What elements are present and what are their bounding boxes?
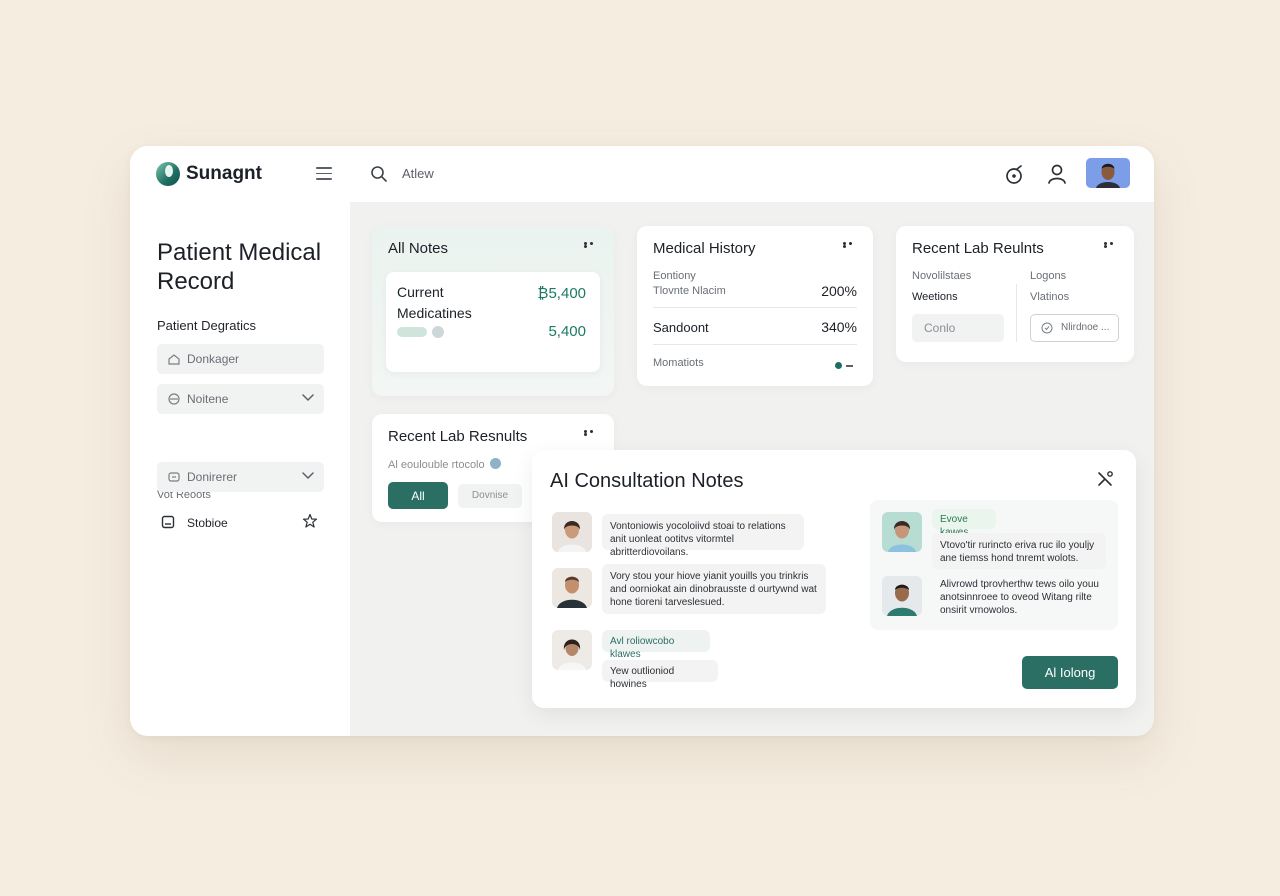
lab-subtitle: Al eoulouble rtocolo — [388, 458, 501, 471]
lab-subtitle-text: Al eoulouble rtocolo — [388, 459, 485, 471]
card-title: All Notes — [388, 240, 449, 257]
divider — [653, 344, 857, 345]
top-bar: Sunagnt Atlew — [130, 146, 1154, 202]
history-label: Eontiony — [653, 270, 696, 282]
chat-tag: Avl roliowcobo klawes — [602, 630, 710, 660]
avatar — [882, 512, 922, 552]
sidebar-field-donkager[interactable]: Donkager — [157, 344, 324, 374]
clock-icon — [1041, 322, 1053, 334]
all-notes-card: All Notes Current Medicatines ₿5,400 5,4… — [372, 226, 614, 396]
logo-icon — [156, 162, 180, 186]
avatar[interactable] — [1086, 158, 1130, 188]
medicines-value-secondary: 5,400 — [548, 323, 586, 340]
avatar — [552, 630, 592, 670]
divider — [1016, 284, 1017, 342]
user-icon[interactable] — [1046, 163, 1068, 185]
notification-icon[interactable] — [1004, 164, 1026, 186]
chat-bubble: Alivrowd tprovherthw tews oilo youu anot… — [940, 579, 1099, 616]
chat-bubble: Vory stou your hiove yianit youills you … — [602, 564, 826, 614]
section-label: Patient Degratics — [157, 318, 256, 333]
history-sublabel: Tlovnte Nlacim — [653, 285, 726, 297]
panel-title: AI Consultation Notes — [550, 470, 744, 492]
main-content: All Notes Current Medicatines ₿5,400 5,4… — [350, 202, 1154, 736]
recent-lab-results-card: Recent Lab Reulnts Novolilstaes Weetions… — [896, 226, 1134, 362]
sidebar-item-stobioe[interactable]: Stobioe — [157, 507, 324, 537]
sidebar-field-label: Noitene — [187, 392, 229, 406]
lab-column-header: Logons — [1030, 270, 1067, 282]
chat-bubble: Vtovo'tir rurincto eriva ruc ilo youljy … — [932, 533, 1106, 569]
document-icon — [161, 515, 175, 529]
sidebar-item-label: Stobioe — [187, 516, 228, 530]
lab-outline-button[interactable]: Nlirdnoe ... — [1030, 314, 1119, 342]
sidebar-field-label: Donkager — [187, 352, 240, 366]
history-label: Momatiots — [653, 357, 704, 369]
lab-column-value: Weetions — [912, 291, 958, 303]
chat-bubble: Yew outlioniod howines — [602, 660, 718, 690]
history-value: 200% — [821, 283, 857, 299]
more-options-icon[interactable] — [584, 242, 600, 248]
ai-suggestions-panel: Evove kawes Vtovo'tir rurincto eriva ruc… — [870, 500, 1118, 630]
star-icon[interactable] — [302, 513, 318, 529]
avatar — [882, 576, 922, 616]
sidebar-dropdown[interactable]: Donirerer — [157, 462, 324, 492]
status-dot — [835, 362, 842, 369]
menu-icon[interactable] — [316, 167, 332, 181]
lab-column-header: Novolilstaes — [912, 270, 972, 282]
arrow-icon[interactable] — [846, 365, 853, 367]
search-icon[interactable] — [370, 165, 388, 183]
sidebar: Patient Medical Record Patient Degratics… — [130, 202, 350, 736]
more-options-icon[interactable] — [843, 242, 859, 248]
lab-outline-button-label: Nlirdnoe ... — [1061, 322, 1110, 333]
lab-column-value: Vlatinos — [1030, 291, 1070, 303]
ai-consultation-notes-panel: AI Consultation Notes Vontoniowis yocolo… — [532, 450, 1136, 708]
sidebar-field-noitene[interactable]: Noitene — [157, 384, 324, 414]
avatar — [552, 512, 592, 552]
shield-icon — [168, 393, 180, 405]
avatar — [552, 568, 592, 608]
medical-history-card: Medical History Eontiony Tlovnte Nlacim … — [637, 226, 873, 386]
current-medicines-panel[interactable]: Current Medicatines ₿5,400 5,400 — [386, 272, 600, 372]
history-label: Sandoont — [653, 320, 709, 335]
more-options-icon[interactable] — [584, 430, 600, 436]
status-pill — [397, 327, 427, 337]
filter-all-button[interactable]: All — [388, 482, 448, 509]
ai-action-button[interactable]: Al Iolong — [1022, 656, 1118, 689]
sidebar-dropdown-label: Donirerer — [187, 470, 238, 484]
app-window: Sunagnt Atlew Patient Medical Record Pat… — [130, 146, 1154, 736]
card-title: Recent Lab Reulnts — [912, 240, 1044, 257]
card-title: Recent Lab Resnults — [388, 428, 528, 445]
card-title: Medical History — [653, 240, 756, 257]
chat-bubble: Vontoniowis yocoloiivd stoai to relation… — [602, 514, 804, 558]
chat-tag: Evove kawes — [932, 509, 996, 538]
history-value: 340% — [821, 319, 857, 335]
chevron-down-icon[interactable] — [302, 471, 314, 481]
search-input[interactable]: Atlew — [402, 166, 434, 181]
info-icon[interactable] — [489, 458, 501, 469]
medicines-title: Current Medicatines — [397, 284, 472, 321]
status-dot — [432, 326, 444, 338]
tag-icon — [168, 472, 180, 482]
page-title: Patient Medical Record — [157, 239, 322, 295]
medicines-value-primary: ₿5,400 — [537, 285, 586, 302]
chevron-down-icon[interactable] — [302, 393, 314, 403]
lab-grey-button[interactable]: Conlo — [912, 314, 1004, 342]
divider — [653, 307, 857, 308]
brand-name: Sunagnt — [186, 163, 262, 184]
home-icon — [168, 354, 180, 365]
filter-other-button[interactable]: Dovnise — [458, 484, 522, 508]
close-icon[interactable] — [1096, 470, 1114, 488]
more-options-icon[interactable] — [1104, 242, 1120, 248]
